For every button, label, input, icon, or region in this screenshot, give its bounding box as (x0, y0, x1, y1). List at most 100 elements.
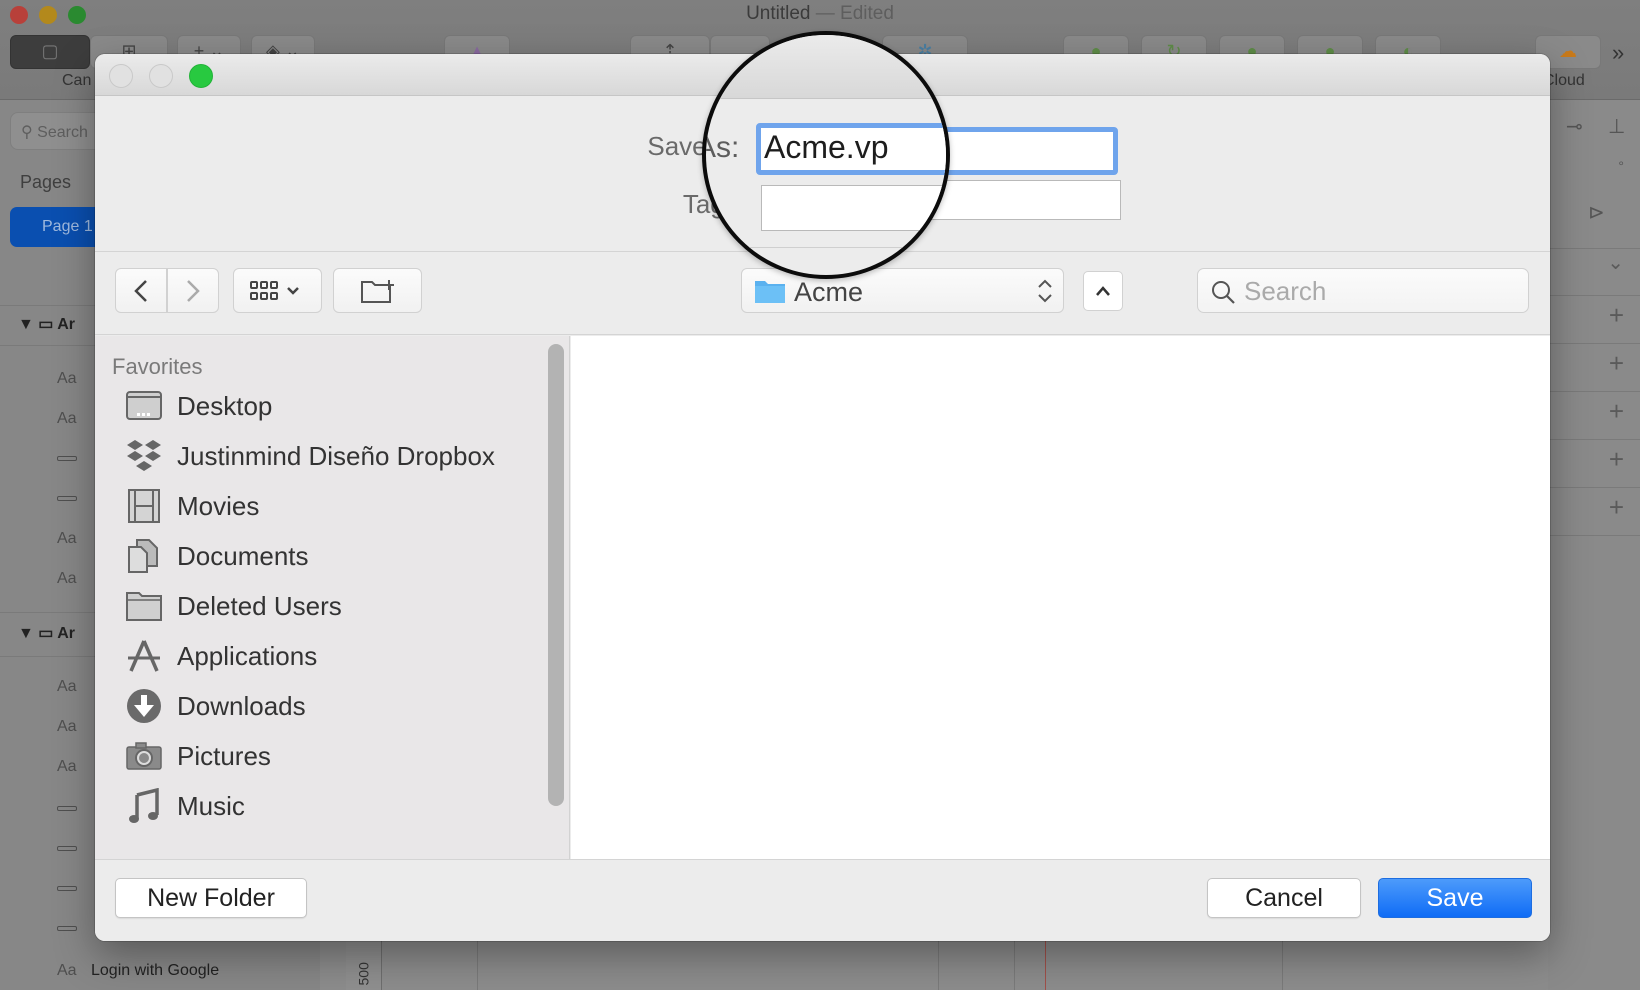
layer-group-2[interactable]: ▼ ▭ Ar (18, 623, 75, 643)
chevron-down-icon[interactable]: ⌄ (1607, 250, 1624, 275)
divider (1548, 343, 1640, 344)
dialog-close-button[interactable] (109, 64, 133, 88)
dropbox-icon (125, 438, 163, 474)
save-button[interactable]: Save (1378, 878, 1532, 918)
documents-icon (125, 538, 163, 574)
layer-row[interactable] (57, 880, 91, 898)
back-button[interactable] (115, 268, 167, 313)
app-window-title: Untitled — Edited (0, 3, 1640, 25)
sidebar-item-label: Documents (177, 540, 309, 571)
rectangle-layer-icon (57, 846, 77, 852)
layer-group-label: Ar (57, 316, 76, 333)
layer-row[interactable] (57, 800, 91, 818)
divider (1548, 487, 1640, 488)
sidebar-item-dropbox[interactable]: Justinmind Diseño Dropbox (125, 436, 495, 476)
sidebar-item-applications[interactable]: Applications (125, 636, 317, 676)
expand-collapse-button[interactable] (1083, 271, 1123, 311)
search-input[interactable] (1244, 275, 1514, 307)
dialog-minimize-button[interactable] (149, 64, 173, 88)
favorites-sidebar: Favorites Desktop Justinmind Diseño Drop… (95, 336, 570, 859)
text-layer-icon: Aa (57, 410, 77, 427)
divider (1548, 295, 1640, 296)
layer-row[interactable]: Aa (57, 758, 91, 776)
dialog-zoom-button[interactable] (189, 64, 213, 88)
add-icon[interactable]: + (1609, 300, 1624, 331)
layer-group-1[interactable]: ▼ ▭ Ar (18, 314, 75, 334)
pictures-icon (125, 738, 163, 774)
chevron-up-icon (1096, 286, 1110, 296)
toolbar-overflow-icon[interactable]: » (1612, 40, 1624, 66)
view-mode-button[interactable] (233, 268, 322, 313)
layer-row-login-google[interactable]: Aa Login with Google (57, 962, 219, 980)
layer-row[interactable] (57, 920, 91, 938)
magnifier-lens: As: Acme.vp s: (702, 31, 950, 279)
sidebar-item-documents[interactable]: Documents (125, 536, 309, 576)
canvas-icon: ▢ (41, 41, 59, 61)
sidebar-item-pictures[interactable]: Pictures (125, 736, 271, 776)
layer-row[interactable]: Aa (57, 570, 91, 588)
new-folder-toolbar-button[interactable] (333, 268, 422, 313)
app-search-placeholder: Search (37, 124, 88, 141)
canvas-guide (477, 940, 478, 990)
layer-row[interactable]: Aa (57, 410, 91, 428)
vertical-ruler: 500 (346, 940, 382, 990)
divider (1548, 391, 1640, 392)
text-layer-icon: Aa (57, 370, 77, 387)
chevron-left-icon (134, 279, 147, 302)
align-center-icon[interactable]: ⊸ (1566, 114, 1583, 139)
layer-row[interactable] (57, 490, 91, 508)
canvas-view-button[interactable]: ▢ (10, 35, 90, 69)
new-folder-button[interactable]: New Folder (115, 878, 307, 918)
sidebar-item-label: Downloads (177, 690, 306, 721)
text-layer-icon: Aa (57, 758, 77, 775)
sidebar-item-label: Deleted Users (177, 590, 342, 621)
sidebar-item-downloads[interactable]: Downloads (125, 686, 306, 726)
add-icon[interactable]: + (1609, 492, 1624, 523)
forward-button[interactable] (167, 268, 219, 313)
add-icon[interactable]: + (1609, 348, 1624, 379)
sidebar-item-music[interactable]: Music (125, 786, 245, 826)
layer-row[interactable]: Aa (57, 370, 91, 388)
pages-heading: Pages (20, 172, 72, 192)
canvas-guide (1014, 940, 1015, 990)
layer-label: Login with Google (91, 962, 220, 979)
layer-row[interactable] (57, 840, 91, 858)
add-icon[interactable]: + (1609, 444, 1624, 475)
align-bottom-icon[interactable]: ⊥ (1608, 114, 1625, 139)
file-browser-pane[interactable] (571, 336, 1550, 859)
chevron-right-icon (187, 279, 200, 302)
sidebar-item-movies[interactable]: Movies (125, 486, 259, 526)
text-layer-icon: Aa (57, 962, 77, 979)
search-icon: ⚲ (21, 124, 38, 141)
app-right-panel: ⊸ ⊥ ° ⊳ ⌄ + + + + + (1548, 100, 1640, 990)
sidebar-item-label: Applications (177, 640, 318, 671)
layer-row[interactable] (57, 450, 91, 468)
magnifier-value: Acme.vp (764, 129, 889, 165)
sidebar-item-deleted-users[interactable]: Deleted Users (125, 586, 342, 626)
text-layer-icon: Aa (57, 530, 77, 547)
sidebar-item-desktop[interactable]: Desktop (125, 386, 272, 426)
document-title: Untitled (746, 3, 811, 24)
layer-row[interactable]: Aa (57, 530, 91, 548)
sidebar-item-label: Justinmind Diseño Dropbox (177, 440, 495, 471)
movies-icon (125, 488, 163, 524)
location-dropdown[interactable]: Acme (741, 268, 1064, 313)
search-field[interactable] (1197, 268, 1529, 313)
downloads-icon (125, 688, 163, 724)
divider (1548, 439, 1640, 440)
toolbar-canvas-label: Can (62, 72, 92, 89)
new-folder-icon (360, 279, 394, 303)
layer-row[interactable]: Aa (57, 678, 91, 696)
cancel-button[interactable]: Cancel (1207, 878, 1361, 918)
sidebar-item-label: Desktop (177, 390, 273, 421)
dialog-footer: New Folder Cancel Save (95, 859, 1550, 941)
degree-icon: ° (1618, 158, 1624, 174)
sidebar-scrollbar[interactable] (548, 344, 564, 806)
magnifier-divider (706, 247, 946, 248)
rectangle-layer-icon (57, 926, 77, 932)
rectangle-layer-icon (57, 456, 77, 462)
add-icon[interactable]: + (1609, 396, 1624, 427)
layer-row[interactable]: Aa (57, 718, 91, 736)
favorites-heading: Favorites (112, 354, 203, 379)
flip-icon[interactable]: ⊳ (1588, 200, 1605, 225)
